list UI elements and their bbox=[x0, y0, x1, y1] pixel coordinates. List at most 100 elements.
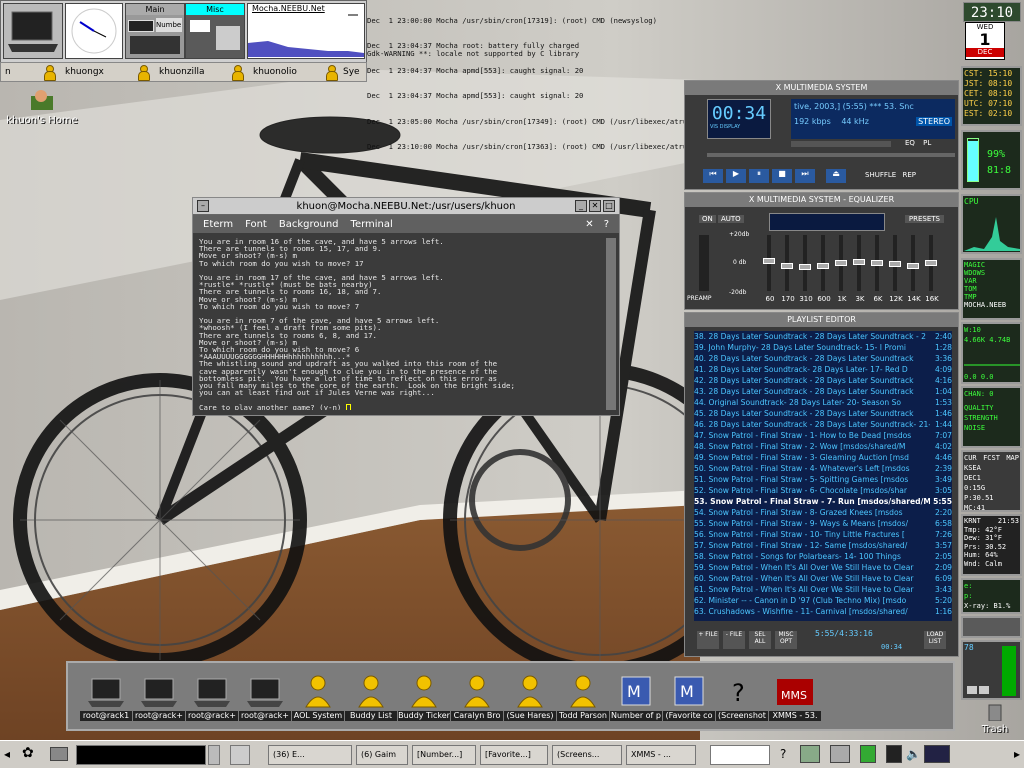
launcher-button[interactable]: (Sue Hares) bbox=[504, 673, 556, 729]
printer-icon[interactable] bbox=[830, 745, 850, 763]
launcher-button[interactable]: root@rack1 bbox=[80, 673, 132, 729]
pager-desktop-misc[interactable]: Misc bbox=[185, 3, 245, 59]
playlist-row[interactable]: 49. Snow Patrol - Final Straw - 3- Gleam… bbox=[694, 452, 952, 463]
preamp-slider[interactable] bbox=[699, 235, 709, 291]
xmms-shuffle-button[interactable]: SHUFFLE bbox=[865, 171, 896, 179]
xmms-seek-bar[interactable] bbox=[707, 153, 955, 157]
tasklist-item-khuonolio[interactable]: khuonolio bbox=[231, 65, 317, 81]
xmms-playlist-window[interactable]: PLAYLIST EDITOR 38. 28 Days Later Soundt… bbox=[684, 312, 959, 657]
eq-on-button[interactable]: ON bbox=[699, 215, 716, 223]
close-terminal-icon[interactable]: ✕ bbox=[585, 219, 593, 230]
launcher-button[interactable]: Caralyn Bro bbox=[451, 673, 503, 729]
eterm-titlebar[interactable]: khuon@Mocha.NEEBU.Net:/usr/users/khuon –… bbox=[193, 198, 619, 215]
help-icon[interactable]: ? bbox=[780, 747, 786, 761]
playlist-row[interactable]: 62. Minister -- - Canon in D '97 (Club T… bbox=[694, 595, 952, 606]
menu-terminal[interactable]: Terminal bbox=[351, 219, 393, 230]
help-icon[interactable]: ? bbox=[604, 219, 609, 230]
tasklist-item-0[interactable]: n bbox=[5, 67, 35, 77]
window-tasklist[interactable]: n khuongx khuonzilla khuonolio Sye bbox=[0, 62, 367, 82]
terminal-scrollbar[interactable] bbox=[606, 238, 616, 410]
eject-icon[interactable]: ⏏ bbox=[826, 169, 846, 183]
gnome-foot-icon[interactable]: ✿ bbox=[22, 745, 34, 761]
launcher-button[interactable]: MMS XMMS - 53. bbox=[769, 673, 821, 729]
launcher-button[interactable]: M (Favorite co bbox=[663, 673, 715, 729]
taskbar-window-button[interactable]: [Number...] bbox=[412, 745, 476, 765]
eq-band-knob[interactable] bbox=[871, 260, 883, 266]
terminal-launch-icon[interactable] bbox=[50, 747, 68, 761]
terminal-output[interactable]: You are in room 16 of the cave, and have… bbox=[199, 238, 603, 410]
misc-options-button[interactable]: MISC OPT bbox=[775, 631, 797, 649]
eq-band-knob[interactable] bbox=[907, 263, 919, 269]
menu-eterm[interactable]: Eterm bbox=[203, 219, 233, 230]
launcher-button[interactable]: Buddy List bbox=[345, 673, 397, 729]
playlist-row[interactable]: 50. Snow Patrol - Final Straw - 4- Whate… bbox=[694, 463, 952, 474]
eq-band-knob[interactable] bbox=[817, 263, 829, 269]
playlist-row[interactable]: 39. John Murphy- 28 Days Later Soundtrac… bbox=[694, 342, 952, 353]
weather-tab-map[interactable]: MAP bbox=[1006, 453, 1019, 463]
eq-bands[interactable]: 60 170 310 600 1K 3K 6K 12K 14K 16K bbox=[763, 235, 953, 307]
search-entry[interactable] bbox=[710, 745, 770, 765]
taskbar-window-button[interactable]: (6) Gaim bbox=[356, 745, 408, 765]
playlist-row[interactable]: 59. Snow Patrol - When It's All Over We … bbox=[694, 562, 952, 573]
playlist-row[interactable]: 41. 28 Days Later Soundtrack- 28 Days La… bbox=[694, 364, 952, 375]
network-icon[interactable] bbox=[800, 745, 820, 763]
eq-band-knob[interactable] bbox=[925, 260, 937, 266]
weather-tab-cur[interactable]: CUR bbox=[964, 453, 977, 463]
volume-dockapp[interactable]: 78 bbox=[961, 640, 1022, 700]
eq-band-knob[interactable] bbox=[835, 260, 847, 266]
back-icon[interactable]: ◂ bbox=[4, 747, 10, 761]
eq-band-slider[interactable] bbox=[803, 235, 807, 291]
eq-auto-button[interactable]: AUTO bbox=[717, 215, 744, 223]
playlist-row[interactable]: 58. Snow Patrol - Songs for Polarbears- … bbox=[694, 551, 952, 562]
screen-icon[interactable] bbox=[886, 745, 902, 763]
xmms-pl-button[interactable]: PL bbox=[923, 139, 931, 147]
speaker-icon[interactable]: 🔈 bbox=[906, 747, 921, 761]
xmms-eq-button[interactable]: EQ bbox=[905, 139, 915, 147]
tasklist-item-sye[interactable]: Sye bbox=[325, 65, 365, 81]
playlist-row[interactable]: 53. Snow Patrol - Final Straw - 7- Run [… bbox=[694, 496, 952, 507]
xmms-volume-slider[interactable] bbox=[791, 141, 891, 147]
launcher-button[interactable]: ? (Screenshot bbox=[716, 673, 768, 729]
playlist-list[interactable]: 38. 28 Days Later Soundtrack - 28 Days L… bbox=[694, 331, 952, 621]
eq-presets-button[interactable]: PRESETS bbox=[904, 215, 944, 223]
select-all-button[interactable]: SEL ALL bbox=[749, 631, 771, 649]
application-launcher[interactable]: root@rack1 root@rack+ root@rack+ root@rack+… bbox=[66, 661, 955, 731]
eq-band-knob[interactable] bbox=[799, 264, 811, 270]
taskbar-window-button[interactable]: XMMS - ... bbox=[626, 745, 696, 765]
menu-font[interactable]: Font bbox=[245, 219, 267, 230]
xmms-main-window[interactable]: X MULTIMEDIA SYSTEM 00:34 VIS DISPLAY ti… bbox=[684, 80, 959, 190]
taskbar-window-button[interactable]: [Favorite...] bbox=[480, 745, 548, 765]
prev-icon[interactable]: ⏮ bbox=[703, 169, 723, 183]
playlist-row[interactable]: 51. Snow Patrol - Final Straw - 5- Spitt… bbox=[694, 474, 952, 485]
close-icon[interactable]: ✕ bbox=[589, 200, 601, 212]
playlist-row[interactable]: 54. Snow Patrol - Final Straw - 8- Graze… bbox=[694, 507, 952, 518]
launcher-button[interactable]: root@rack+ bbox=[186, 673, 238, 729]
menu-background[interactable]: Background bbox=[279, 219, 339, 230]
eterm-menubar[interactable]: Eterm Font Background Terminal ✕ ? bbox=[193, 215, 619, 233]
eq-band-knob[interactable] bbox=[853, 259, 865, 265]
play-icon[interactable]: ▶ bbox=[726, 169, 746, 183]
stop-icon[interactable]: ■ bbox=[772, 169, 792, 183]
playlist-row[interactable]: 56. Snow Patrol - Final Straw - 10- Tiny… bbox=[694, 529, 952, 540]
playlist-row[interactable]: 44. Original Soundtrack- 28 Days Later- … bbox=[694, 397, 952, 408]
pager-desktop-main[interactable]: Main Numbe bbox=[125, 3, 185, 59]
minimize-icon[interactable]: _ bbox=[575, 200, 587, 212]
playlist-row[interactable]: 52. Snow Patrol - Final Straw - 6- Choco… bbox=[694, 485, 952, 496]
playlist-row[interactable]: 45. 28 Days Later Soundtrack - 28 Days L… bbox=[694, 408, 952, 419]
eq-band-knob[interactable] bbox=[889, 261, 901, 267]
xmms-toggle-buttons[interactable]: EQ PL bbox=[905, 139, 931, 147]
playlist-row[interactable]: 60. Snow Patrol - When It's All Over We … bbox=[694, 573, 952, 584]
window-menu-icon[interactable]: – bbox=[197, 200, 209, 212]
eq-band-knob[interactable] bbox=[781, 263, 793, 269]
launcher-button[interactable]: M Number of p bbox=[610, 673, 662, 729]
next-icon[interactable]: ⏭ bbox=[795, 169, 815, 183]
eterm-window[interactable]: khuon@Mocha.NEEBU.Net:/usr/users/khuon –… bbox=[192, 197, 620, 416]
launcher-button[interactable]: root@rack+ bbox=[133, 673, 185, 729]
load-list-button[interactable]: LOAD LIST bbox=[924, 631, 946, 649]
laptop-icon[interactable] bbox=[3, 3, 63, 59]
pause-icon[interactable]: ⏸ bbox=[749, 169, 769, 183]
show-desktop-icon[interactable] bbox=[230, 745, 250, 765]
xmms-equalizer-window[interactable]: X MULTIMEDIA SYSTEM - EQUALIZER ON AUTO … bbox=[684, 192, 959, 310]
remove-file-button[interactable]: - FILE bbox=[723, 631, 745, 649]
command-entry[interactable] bbox=[76, 745, 206, 765]
